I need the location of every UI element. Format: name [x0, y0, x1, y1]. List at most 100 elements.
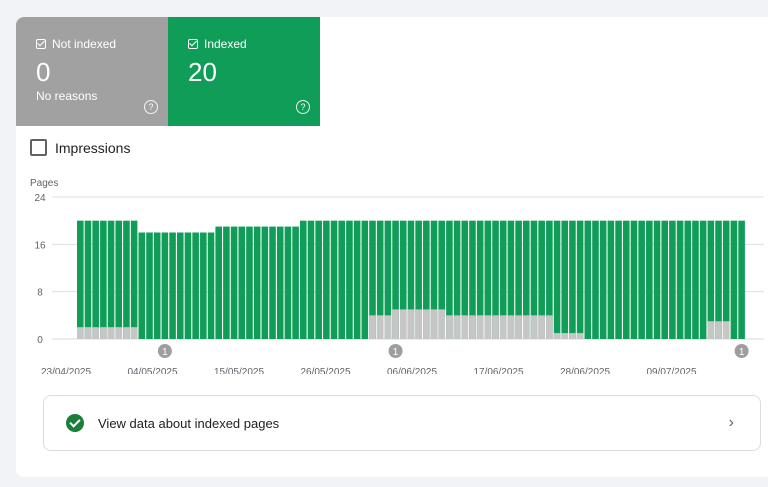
bar-not-indexed[interactable] — [538, 315, 545, 339]
bar-indexed[interactable] — [730, 220, 738, 339]
bar-indexed[interactable] — [323, 220, 330, 339]
bar-not-indexed[interactable] — [569, 333, 576, 339]
view-indexed-pages-link[interactable]: View data about indexed pages › — [43, 395, 761, 451]
bar-indexed[interactable] — [184, 232, 192, 340]
bar-indexed[interactable] — [615, 220, 622, 339]
bar-not-indexed[interactable] — [515, 315, 522, 339]
bar-not-indexed[interactable] — [369, 315, 376, 339]
bar-not-indexed[interactable] — [476, 315, 484, 339]
bar-indexed[interactable] — [77, 220, 84, 339]
bar-not-indexed[interactable] — [438, 309, 446, 339]
annotation-marker[interactable]: 1 — [388, 344, 403, 358]
bar-indexed[interactable] — [269, 226, 276, 339]
bar-indexed[interactable] — [584, 220, 592, 339]
bar-indexed[interactable] — [669, 220, 676, 339]
bar-not-indexed[interactable] — [407, 309, 415, 339]
bar-indexed[interactable] — [638, 220, 645, 339]
bar-not-indexed[interactable] — [376, 315, 384, 339]
bar-not-indexed[interactable] — [423, 309, 430, 339]
bar-not-indexed[interactable] — [77, 327, 84, 339]
bar-indexed[interactable] — [592, 220, 599, 339]
bar-not-indexed[interactable] — [100, 327, 107, 339]
bar-not-indexed[interactable] — [553, 333, 561, 339]
indexed-tile[interactable]: Indexed 20 ? — [168, 17, 320, 126]
bar-indexed[interactable] — [253, 226, 261, 339]
bar-not-indexed[interactable] — [492, 315, 499, 339]
bar-indexed[interactable] — [338, 220, 346, 339]
bar-not-indexed[interactable] — [399, 309, 407, 339]
bar-not-indexed[interactable] — [415, 309, 422, 339]
annotation-marker[interactable]: 1 — [157, 344, 172, 358]
impressions-checkbox[interactable] — [30, 139, 47, 156]
bar-indexed[interactable] — [223, 226, 230, 339]
annotation-marker[interactable]: 1 — [734, 344, 749, 358]
bar-indexed[interactable] — [246, 226, 253, 339]
bar-indexed[interactable] — [599, 220, 607, 339]
bar-not-indexed[interactable] — [523, 315, 530, 339]
bar-indexed[interactable] — [146, 232, 153, 340]
help-icon[interactable]: ? — [144, 100, 158, 114]
bar-indexed[interactable] — [361, 220, 369, 339]
bar-indexed[interactable] — [576, 220, 584, 339]
bar-indexed[interactable] — [692, 220, 699, 339]
bar-indexed[interactable] — [161, 232, 169, 340]
bar-not-indexed[interactable] — [484, 315, 492, 339]
bar-not-indexed[interactable] — [469, 315, 476, 339]
bar-indexed[interactable] — [738, 220, 745, 339]
bar-indexed[interactable] — [330, 220, 338, 339]
bar-indexed[interactable] — [653, 220, 661, 339]
bar-indexed[interactable] — [123, 220, 130, 339]
bar-not-indexed[interactable] — [715, 321, 722, 339]
bar-indexed[interactable] — [646, 220, 653, 339]
bar-indexed[interactable] — [276, 226, 284, 339]
bar-indexed[interactable] — [607, 220, 615, 339]
bar-indexed[interactable] — [353, 220, 361, 339]
bar-indexed[interactable] — [261, 226, 269, 339]
bar-indexed[interactable] — [238, 226, 246, 339]
bar-indexed[interactable] — [622, 220, 630, 339]
bar-not-indexed[interactable] — [453, 315, 461, 339]
bar-indexed[interactable] — [176, 232, 184, 340]
bar-indexed[interactable] — [630, 220, 638, 339]
bar-indexed[interactable] — [661, 220, 669, 339]
bar-not-indexed[interactable] — [384, 315, 392, 339]
not-indexed-tile[interactable]: Not indexed 0 No reasons ? — [16, 17, 168, 126]
bar-not-indexed[interactable] — [107, 327, 115, 339]
bar-not-indexed[interactable] — [92, 327, 99, 339]
bar-not-indexed[interactable] — [430, 309, 438, 339]
bar-indexed[interactable] — [553, 220, 561, 339]
bar-indexed[interactable] — [300, 220, 307, 339]
bar-not-indexed[interactable] — [446, 315, 453, 339]
bar-indexed[interactable] — [684, 220, 692, 339]
bar-indexed[interactable] — [100, 220, 107, 339]
checkbox-checked-icon[interactable] — [188, 39, 198, 49]
bar-indexed[interactable] — [84, 220, 92, 339]
bar-indexed[interactable] — [315, 220, 322, 339]
bar-indexed[interactable] — [346, 220, 353, 339]
bar-indexed[interactable] — [169, 232, 176, 340]
bar-not-indexed[interactable] — [115, 327, 123, 339]
bar-indexed[interactable] — [153, 232, 161, 340]
help-icon[interactable]: ? — [296, 100, 310, 114]
bar-not-indexed[interactable] — [507, 315, 515, 339]
bar-indexed[interactable] — [107, 220, 115, 339]
bar-not-indexed[interactable] — [392, 309, 399, 339]
bar-indexed[interactable] — [561, 220, 569, 339]
bar-indexed[interactable] — [207, 232, 215, 340]
bar-not-indexed[interactable] — [123, 327, 130, 339]
bar-not-indexed[interactable] — [84, 327, 92, 339]
bar-indexed[interactable] — [284, 226, 292, 339]
bar-not-indexed[interactable] — [576, 333, 584, 339]
bar-not-indexed[interactable] — [461, 315, 469, 339]
bar-indexed[interactable] — [307, 220, 315, 339]
bar-not-indexed[interactable] — [707, 321, 715, 339]
impressions-toggle[interactable]: Impressions — [30, 139, 130, 156]
bar-indexed[interactable] — [92, 220, 99, 339]
bar-indexed[interactable] — [192, 232, 199, 340]
bar-indexed[interactable] — [676, 220, 684, 339]
bar-indexed[interactable] — [569, 220, 576, 339]
bar-not-indexed[interactable] — [530, 315, 538, 339]
bar-not-indexed[interactable] — [561, 333, 569, 339]
bar-indexed[interactable] — [130, 220, 138, 339]
bar-indexed[interactable] — [230, 226, 238, 339]
